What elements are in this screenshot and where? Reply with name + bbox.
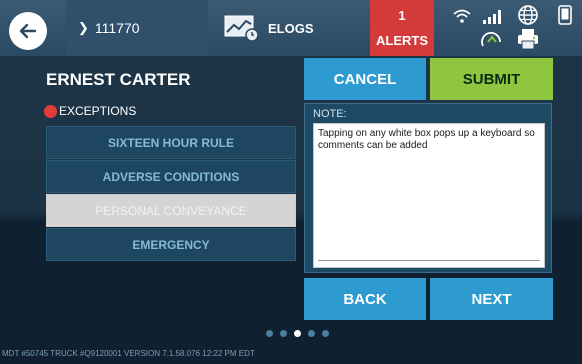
exception-list: SIXTEEN HOUR RULE ADVERSE CONDITIONS PER… <box>46 126 296 262</box>
page-dot[interactable] <box>308 330 315 337</box>
chevron-right-icon: ❯ <box>78 20 89 35</box>
page-dot[interactable] <box>266 330 273 337</box>
main-area: ERNEST CARTER EXCEPTIONS SIXTEEN HOUR RU… <box>0 56 582 364</box>
page-indicator <box>266 330 336 337</box>
alerts-button[interactable]: 1 ALERTS <box>370 0 434 56</box>
note-underline <box>318 260 540 261</box>
page-dot[interactable] <box>280 330 287 337</box>
exception-label: SIXTEEN HOUR RULE <box>107 135 234 150</box>
back-button[interactable]: BACK <box>304 278 426 320</box>
submit-button[interactable]: SUBMIT <box>430 58 553 100</box>
exception-personal-conveyance[interactable]: PERSONAL CONVEYANCE <box>46 194 296 227</box>
alerts-label: ALERTS <box>376 33 428 48</box>
wifi-icon <box>453 9 471 23</box>
cancel-button[interactable]: CANCEL <box>304 58 426 100</box>
exception-adverse-conditions[interactable]: ADVERSE CONDITIONS <box>46 160 296 193</box>
truck-number: 111770 <box>94 20 140 36</box>
printer-icon <box>518 29 538 50</box>
back-arrow-button[interactable] <box>9 12 47 50</box>
note-panel: NOTE: Tapping on any white box pops up a… <box>304 103 552 273</box>
exception-label: EMERGENCY <box>132 237 210 252</box>
device-info-footer: MDT #50745 TRUCK #Q9120001 VERSION 7.1.5… <box>2 349 255 358</box>
back-arrow-icon <box>19 23 37 39</box>
elogs-label: ELOGS <box>268 20 314 36</box>
signal-bars-icon <box>483 10 501 24</box>
truck-selector[interactable]: ❯ 111770 <box>66 0 208 56</box>
exception-status-dot <box>44 104 57 118</box>
note-textarea[interactable]: Tapping on any white box pops up a keybo… <box>313 123 545 268</box>
top-bar: ❯ 111770 ELOGS 1 ALERTS <box>0 0 582 56</box>
elogs-tab[interactable]: ELOGS <box>224 0 344 56</box>
page-dot[interactable] <box>322 330 329 337</box>
exception-emergency[interactable]: EMERGENCY <box>46 228 296 261</box>
exception-sixteen-hour-rule[interactable]: SIXTEEN HOUR RULE <box>46 126 296 159</box>
globe-icon <box>518 5 538 25</box>
exceptions-label: EXCEPTIONS <box>59 104 137 118</box>
note-text: Tapping on any white box pops up a keybo… <box>318 128 535 151</box>
page-dot[interactable] <box>294 330 301 337</box>
tablet-icon <box>558 5 572 25</box>
gps-icon <box>481 31 501 47</box>
note-label: NOTE: <box>313 108 347 120</box>
elogs-chart-icon <box>224 15 259 42</box>
exceptions-heading: EXCEPTIONS <box>44 104 136 118</box>
next-button[interactable]: NEXT <box>430 278 553 320</box>
driver-name: ERNEST CARTER <box>46 70 191 89</box>
exception-label: PERSONAL CONVEYANCE <box>95 203 247 218</box>
exception-label: ADVERSE CONDITIONS <box>102 169 240 184</box>
alerts-count: 1 <box>398 8 406 23</box>
status-icons <box>444 0 582 56</box>
